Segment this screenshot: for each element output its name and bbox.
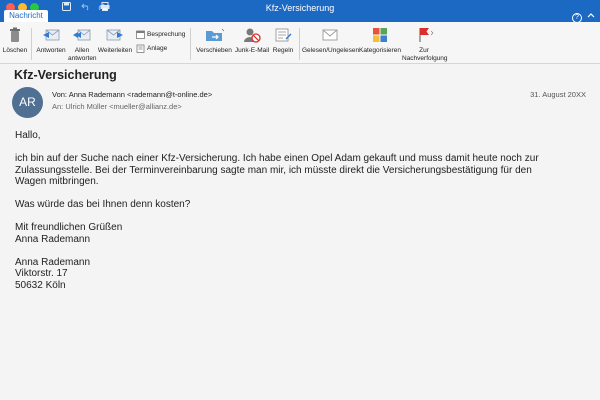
move-button[interactable]: Verschieben — [194, 22, 234, 64]
category-icon — [370, 26, 390, 44]
attachment-label: Anlage — [147, 45, 168, 52]
junk-button[interactable]: Junk-E-Mail — [234, 22, 270, 64]
delete-button[interactable]: Löschen — [2, 22, 28, 64]
forward-label: Weiterleiten — [97, 47, 133, 54]
reply-button[interactable]: Antworten — [34, 22, 68, 64]
rules-icon — [273, 26, 293, 44]
categorize-button[interactable]: Kategorisieren — [358, 22, 402, 64]
reply-all-label: Allen antworten — [68, 47, 97, 62]
signature: Anna Rademann Viktorstr. 17 50632 Köln — [15, 257, 585, 292]
meeting-button[interactable]: Besprechung — [136, 29, 185, 41]
to-label: An: — [52, 102, 64, 111]
toolbar-divider — [299, 28, 300, 60]
body-question: Was würde das bei Ihnen denn kosten? — [15, 199, 191, 210]
rules-label: Regeln — [272, 47, 294, 54]
title-bar: Kfz-Versicherung — [0, 0, 600, 16]
flag-icon — [414, 26, 434, 44]
body-line: ich bin auf der Suche nach einer Kfz-Ver… — [15, 153, 539, 164]
recipient-address[interactable]: Ulrich Müller <mueller@allianz.de> — [65, 102, 181, 111]
reply-label: Antworten — [36, 47, 66, 54]
from-label: Von: — [52, 90, 68, 99]
ribbon-toolbar: Löschen Antworten Allen antworten Weiter… — [0, 22, 600, 64]
message-body: Hallo, ich bin auf der Suche nach einer … — [15, 130, 585, 303]
followup-label: Zur Nachverfolgung — [402, 47, 448, 62]
message-date: 31. August 20XX — [530, 90, 586, 99]
forward-icon — [105, 26, 125, 44]
trash-icon — [5, 26, 25, 44]
window-title: Kfz-Versicherung — [265, 3, 335, 13]
body-paragraph: ich bin auf der Suche nach einer Kfz-Ver… — [15, 153, 585, 188]
reply-all-label-line2: antworten — [68, 54, 97, 62]
toolbar-divider — [190, 28, 191, 60]
greeting: Hallo, — [15, 130, 41, 141]
reply-icon — [41, 26, 61, 44]
closing-name: Anna Rademann — [15, 233, 91, 245]
envelope-icon — [320, 26, 340, 44]
signature-street: Viktorstr. 17 — [15, 268, 68, 279]
signature-name: Anna Rademann — [15, 256, 91, 268]
to-line: An: Ulrich Müller <mueller@allianz.de> — [52, 102, 182, 111]
rules-button[interactable]: Regeln — [270, 22, 296, 64]
toolbar-divider — [31, 28, 32, 60]
from-line: Von: Anna Rademann <rademann@t-online.de… — [52, 90, 212, 99]
message-subject: Kfz-Versicherung — [14, 68, 117, 82]
move-folder-icon — [204, 26, 225, 44]
delete-label: Löschen — [2, 47, 28, 54]
followup-label-line2: Nachverfolgung — [402, 54, 448, 62]
meeting-label: Besprechung — [147, 31, 186, 38]
move-label: Verschieben — [196, 47, 232, 54]
sender-address[interactable]: Anna Rademann <rademann@t-online.de> — [69, 90, 213, 99]
reply-all-label-line1: Allen — [74, 47, 90, 54]
tab-nachricht[interactable]: Nachricht — [4, 10, 48, 22]
calendar-icon — [136, 30, 145, 39]
read-unread-label: Gelesen/Ungelesen — [302, 47, 360, 54]
reply-all-button[interactable]: Allen antworten — [68, 22, 97, 64]
reply-all-icon — [72, 26, 92, 44]
junk-label: Junk-E-Mail — [234, 47, 270, 54]
closing: Mit freundlichen Grüßen Anna Rademann — [15, 222, 585, 245]
categorize-label: Kategorisieren — [359, 47, 401, 54]
signature-city: 50632 Köln — [15, 279, 66, 291]
body-line: Wagen mitbringen. — [15, 176, 99, 187]
followup-label-line1: Zur — [419, 47, 429, 54]
junk-icon — [242, 26, 262, 44]
forward-button[interactable]: Weiterleiten — [97, 22, 133, 64]
closing-phrase: Mit freundlichen Grüßen — [15, 222, 123, 233]
avatar[interactable]: AR — [12, 87, 43, 118]
followup-button[interactable]: Zur Nachverfolgung — [402, 22, 448, 64]
attachment-button[interactable]: Anlage — [136, 43, 167, 55]
body-line: Zulassungsstelle. Bei der Terminvereinba… — [15, 164, 532, 176]
read-unread-button[interactable]: Gelesen/Ungelesen — [302, 22, 360, 64]
attachment-icon — [136, 44, 145, 53]
